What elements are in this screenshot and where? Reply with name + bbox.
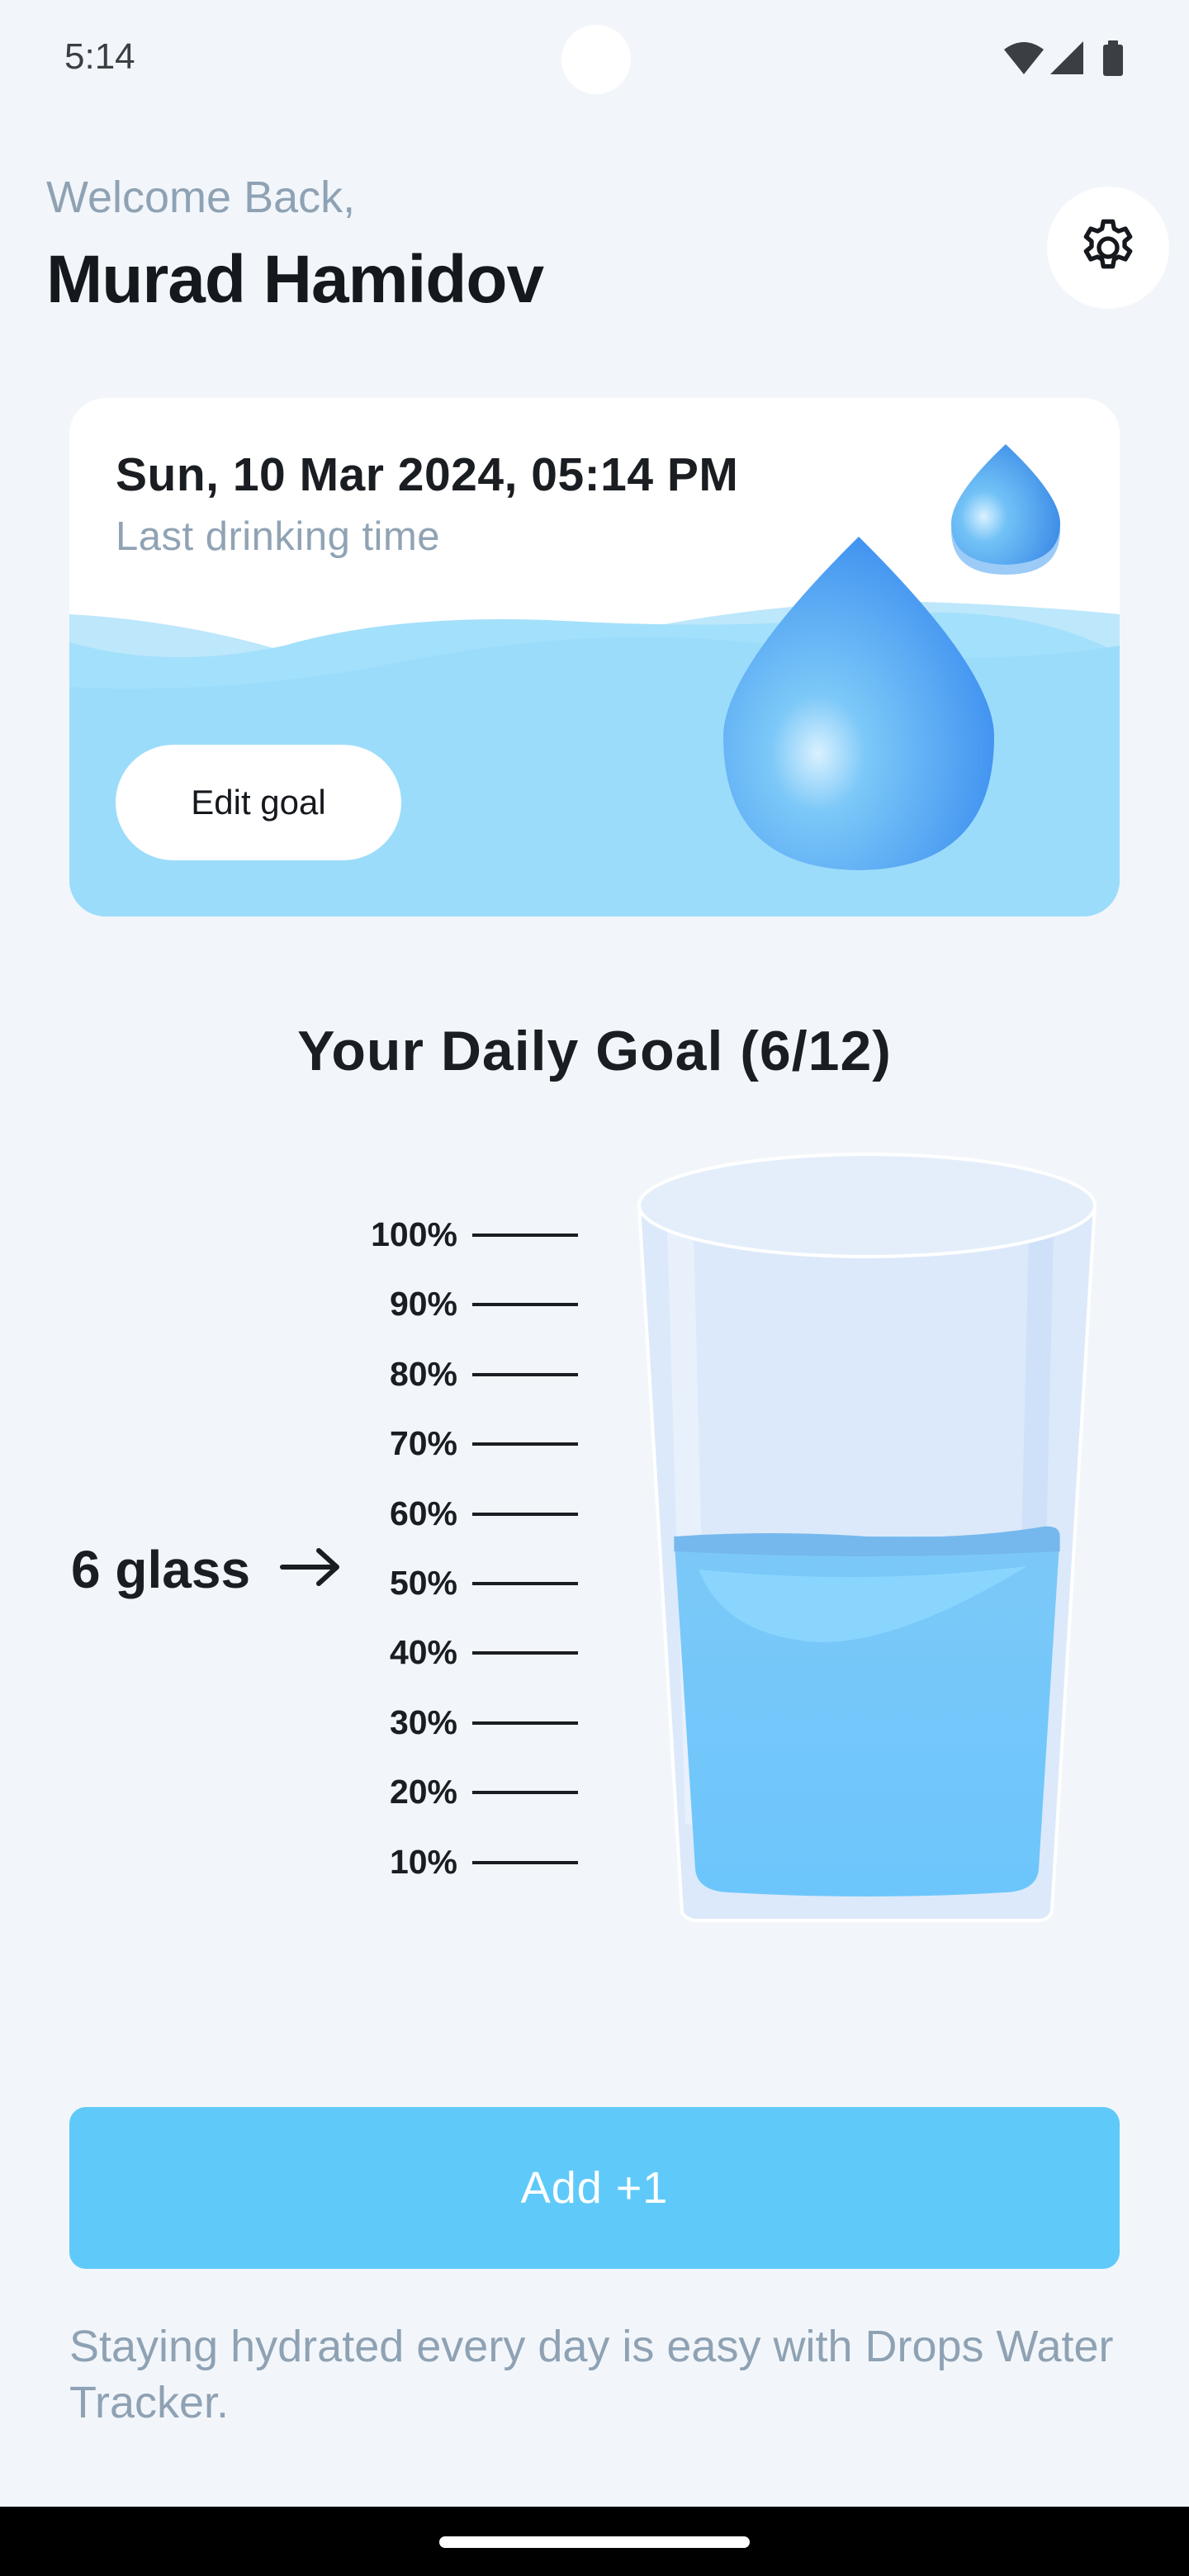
small-water-drop-icon [951, 444, 1060, 575]
status-icons [1004, 40, 1123, 76]
scale-label: 60% [389, 1494, 457, 1532]
scale-label: 20% [389, 1773, 457, 1811]
scale-label: 40% [389, 1633, 457, 1672]
scale-tick [472, 1582, 578, 1585]
wifi-icon [1004, 42, 1044, 74]
scale-tick [472, 1721, 578, 1725]
scale-label: 100% [371, 1215, 457, 1253]
arrow-right-icon [280, 1548, 339, 1586]
last-drink-card: Sun, 10 Mar 2024, 05:14 PM Last drinking… [69, 398, 1120, 916]
scale-label: 50% [389, 1564, 457, 1602]
edit-goal-button[interactable]: Edit goal [116, 745, 401, 860]
scale-label: 10% [389, 1842, 457, 1881]
add-glass-button[interactable]: Add +1 [69, 2107, 1120, 2269]
scale-label: 70% [389, 1424, 457, 1463]
scale-tick [472, 1303, 578, 1307]
battery-icon [1103, 40, 1123, 76]
scale-tick [472, 1234, 578, 1237]
scale-tick [472, 1442, 578, 1447]
cell-signal-icon [1050, 41, 1083, 74]
status-time: 5:14 [64, 36, 135, 77]
water-glass-illustration [637, 1153, 1097, 1922]
camera-cutout [561, 25, 631, 94]
water-fill [674, 1526, 1060, 1896]
welcome-text: Welcome Back, [46, 173, 356, 222]
last-drink-datetime: Sun, 10 Mar 2024, 05:14 PM [116, 448, 739, 501]
scale-tick [472, 1512, 578, 1516]
gear-icon [1083, 219, 1133, 269]
home-gesture-handle[interactable] [439, 2536, 750, 2548]
scale-label: 90% [389, 1285, 457, 1324]
large-water-drop-icon [723, 537, 994, 870]
settings-button[interactable] [1047, 187, 1169, 309]
daily-goal-title: Your Daily Goal (6/12) [297, 1020, 892, 1082]
scale-tick [472, 1860, 578, 1864]
last-drink-subtitle: Last drinking time [116, 514, 441, 559]
scale-tick [472, 1651, 578, 1655]
current-level-label: 6 glass [71, 1540, 251, 1599]
user-name: Murad Hamidov [46, 242, 544, 317]
footer-tagline: Staying hydrated every day is easy with … [69, 2322, 1114, 2427]
scale-label: 30% [389, 1702, 457, 1741]
scale-label: 80% [389, 1354, 457, 1393]
scale-tick [472, 1791, 578, 1795]
scale-tick [472, 1372, 578, 1376]
